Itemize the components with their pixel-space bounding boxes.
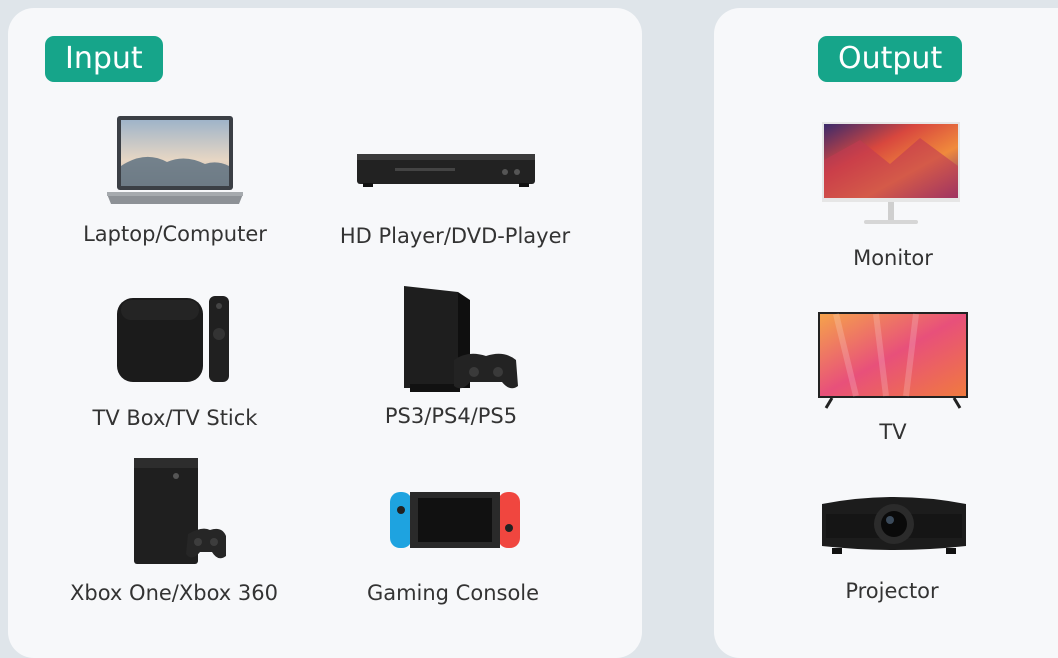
device-label: Projector — [845, 579, 939, 603]
projector-icon — [822, 497, 966, 554]
laptop-icon — [107, 116, 243, 204]
device-label: Gaming Console — [366, 581, 540, 605]
device-label: PS3/PS4/PS5 — [384, 404, 518, 428]
monitor-icon — [822, 122, 960, 224]
tv-box-icon — [117, 296, 229, 382]
input-badge: Input — [45, 36, 163, 82]
device-label: HD Player/DVD-Player — [339, 224, 571, 248]
switch-console-icon — [390, 492, 520, 548]
device-label: TV — [879, 420, 907, 444]
xbox-icon — [134, 458, 226, 564]
dvd-player-icon — [357, 154, 535, 187]
device-label: TV Box/TV Stick — [92, 406, 258, 430]
device-label: Monitor — [853, 246, 933, 270]
tv-icon — [818, 312, 968, 409]
input-panel — [8, 8, 642, 658]
device-label: Laptop/Computer — [83, 222, 267, 246]
playstation-icon — [404, 286, 518, 392]
output-badge: Output — [818, 36, 963, 82]
device-label: Xbox One/Xbox 360 — [70, 581, 278, 605]
